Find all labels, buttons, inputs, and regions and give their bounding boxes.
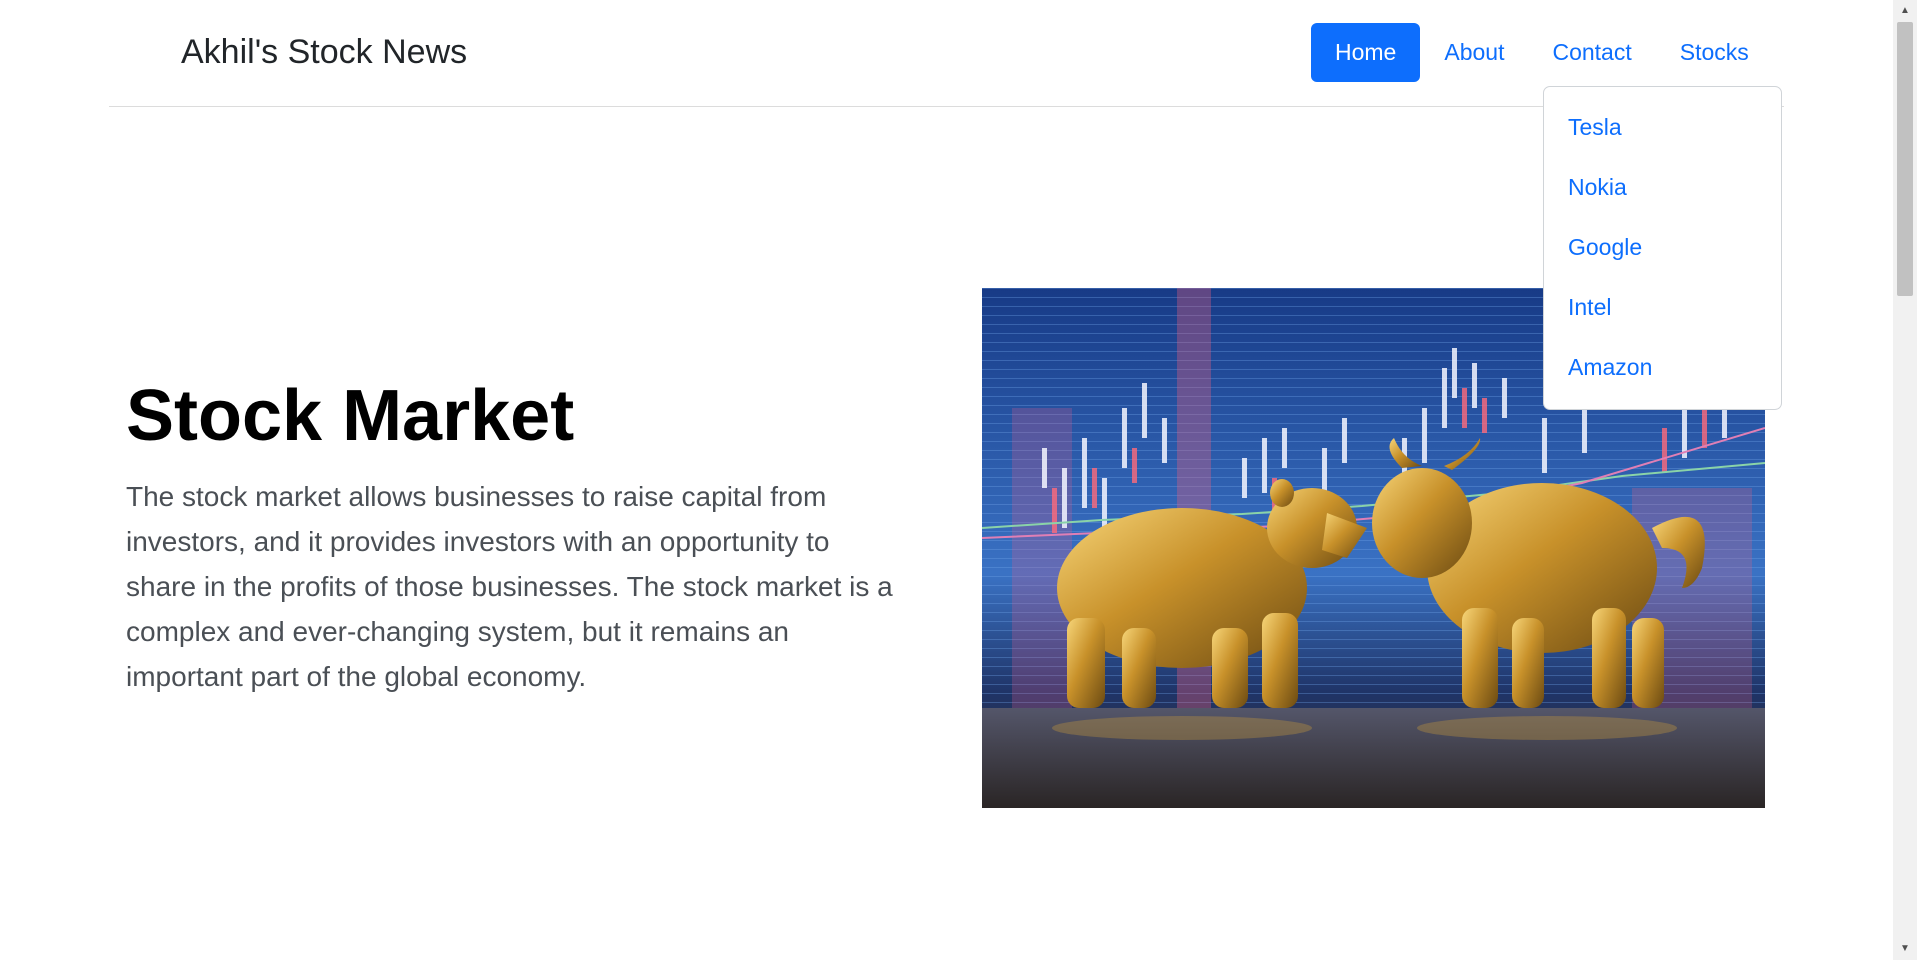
dropdown-item-nokia[interactable]: Nokia bbox=[1544, 167, 1781, 227]
vertical-scrollbar[interactable]: ▲ ▼ bbox=[1893, 0, 1917, 960]
dropdown-item-amazon[interactable]: Amazon bbox=[1544, 347, 1781, 407]
scroll-up-icon[interactable]: ▲ bbox=[1893, 2, 1917, 20]
scroll-down-icon[interactable]: ▼ bbox=[1893, 940, 1917, 958]
nav-home-link[interactable]: Home bbox=[1311, 23, 1421, 82]
dropdown-item-tesla[interactable]: Tesla bbox=[1544, 107, 1781, 167]
hero-description: The stock market allows businesses to ra… bbox=[126, 481, 893, 692]
hero-title: Stock Market bbox=[126, 376, 575, 456]
navbar: Akhil's Stock News Home About Contact St… bbox=[109, 0, 1784, 107]
dropdown-item-google[interactable]: Google bbox=[1544, 227, 1781, 287]
stocks-dropdown-menu: Tesla Nokia Google Intel Amazon bbox=[1543, 86, 1782, 410]
nav-contact-link[interactable]: Contact bbox=[1528, 23, 1655, 82]
nav-about-link[interactable]: About bbox=[1420, 23, 1528, 82]
nav-stocks-dropdown-toggle[interactable]: Stocks bbox=[1656, 23, 1773, 82]
dropdown-item-intel[interactable]: Intel bbox=[1544, 287, 1781, 347]
page: Akhil's Stock News Home About Contact St… bbox=[0, 0, 1917, 960]
brand-link[interactable]: Akhil's Stock News bbox=[181, 33, 467, 72]
scrollbar-thumb[interactable] bbox=[1897, 22, 1913, 296]
nav-menu: Home About Contact Stocks bbox=[1311, 23, 1773, 82]
